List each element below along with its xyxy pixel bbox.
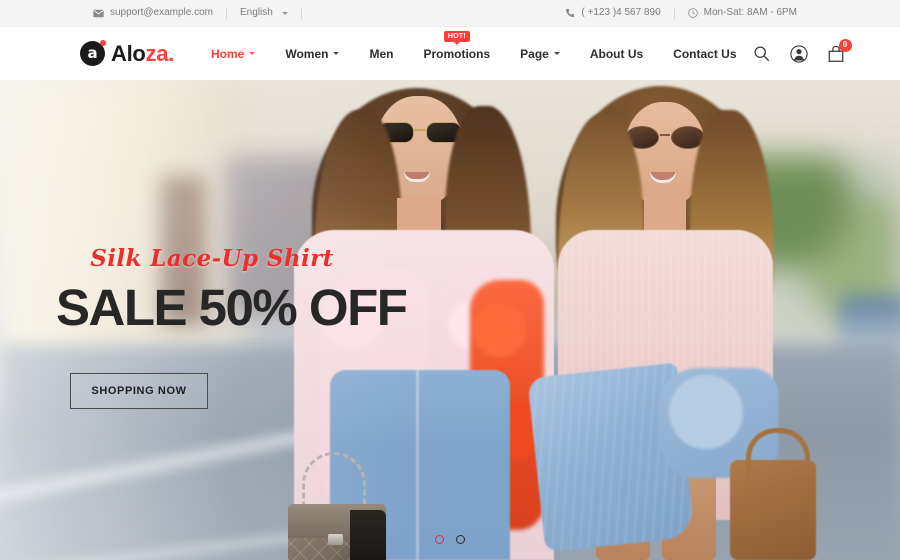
nav-label: Home <box>211 46 245 61</box>
carousel-dots <box>0 535 900 544</box>
handbag-chain-strap <box>302 452 366 508</box>
site-logo[interactable]: a Aloza. <box>80 40 174 67</box>
logo-mark-letter: a <box>87 43 98 62</box>
support-email-text: support@example.com <box>110 7 213 18</box>
hero-subtitle: Silk Lace-Up Shirt <box>90 245 334 272</box>
search-icon[interactable] <box>752 44 772 64</box>
language-label: English <box>239 7 273 18</box>
nav-label: Women <box>285 46 329 61</box>
shopping-bag-icon[interactable]: 0 <box>826 38 852 64</box>
nav-item-home[interactable]: Home <box>196 47 270 61</box>
logo-badge-icon: a <box>80 40 106 66</box>
envelope-icon <box>93 9 104 18</box>
nav-item-promotions[interactable]: HOT! Promotions <box>408 30 505 61</box>
phone-number-text: ( +123 )4 567 890 <box>581 7 661 18</box>
phone-icon <box>565 8 575 18</box>
support-email[interactable]: support@example.com <box>80 8 226 18</box>
nav-item-women[interactable]: Women <box>270 47 354 61</box>
top-bar: support@example.com English ( +123 )4 56… <box>0 0 900 27</box>
opening-hours: Mon-Sat: 8AM - 6PM <box>675 8 810 18</box>
nav-label: Men <box>369 46 394 61</box>
clock-icon <box>687 8 698 18</box>
cart-count-badge: 0 <box>838 38 852 52</box>
top-bar-left-group: support@example.com English <box>80 6 302 20</box>
nav-item-about-us[interactable]: About Us <box>575 47 658 61</box>
nav-label: About Us <box>589 46 644 61</box>
nav-item-men[interactable]: Men <box>354 47 408 61</box>
opening-hours-text: Mon-Sat: 8AM - 6PM <box>703 7 797 18</box>
nav-item-contact-us[interactable]: Contact Us <box>658 47 751 61</box>
hero-title: SALE 50% OFF <box>56 279 408 336</box>
header-action-icons: 0 <box>752 38 852 64</box>
divider <box>300 6 302 20</box>
nav-label: Contact Us <box>673 46 737 61</box>
hot-badge: HOT! <box>443 30 470 42</box>
chevron-down-icon <box>249 52 256 55</box>
carousel-dot-2[interactable] <box>456 535 465 544</box>
carousel-dot-1[interactable] <box>435 535 444 544</box>
nav-label: Page <box>520 46 549 61</box>
chevron-down-icon <box>281 11 288 15</box>
nav-label: Promotions <box>423 46 491 61</box>
main-navigation: Home Women Men HOT! Promotions Page Abou… <box>196 30 752 61</box>
shopping-now-button[interactable]: SHOPPING NOW <box>70 373 208 409</box>
hero-carousel: Silk Lace-Up Shirt SALE 50% OFF SHOPPING… <box>0 80 900 560</box>
language-selector[interactable]: English <box>227 8 301 18</box>
chevron-down-icon <box>333 52 340 55</box>
logo-text-dark: Alo <box>111 40 146 66</box>
user-account-icon[interactable] <box>789 44 809 64</box>
nav-item-page[interactable]: Page <box>505 47 575 61</box>
chevron-down-icon <box>553 52 560 55</box>
site-header: a Aloza. Home Women Men HOT! Promotions … <box>0 27 900 80</box>
logo-dot-icon <box>100 40 106 46</box>
quilted-handbag <box>288 452 386 560</box>
hero-text-block: Silk Lace-Up Shirt SALE 50% OFF SHOPPING… <box>56 245 408 409</box>
top-bar-right-group: ( +123 )4 567 890 Mon-Sat: 8AM - 6PM <box>552 6 810 20</box>
logo-wordmark: Aloza. <box>111 41 174 67</box>
logo-text-accent: za. <box>145 40 175 66</box>
phone-number[interactable]: ( +123 )4 567 890 <box>552 8 673 18</box>
